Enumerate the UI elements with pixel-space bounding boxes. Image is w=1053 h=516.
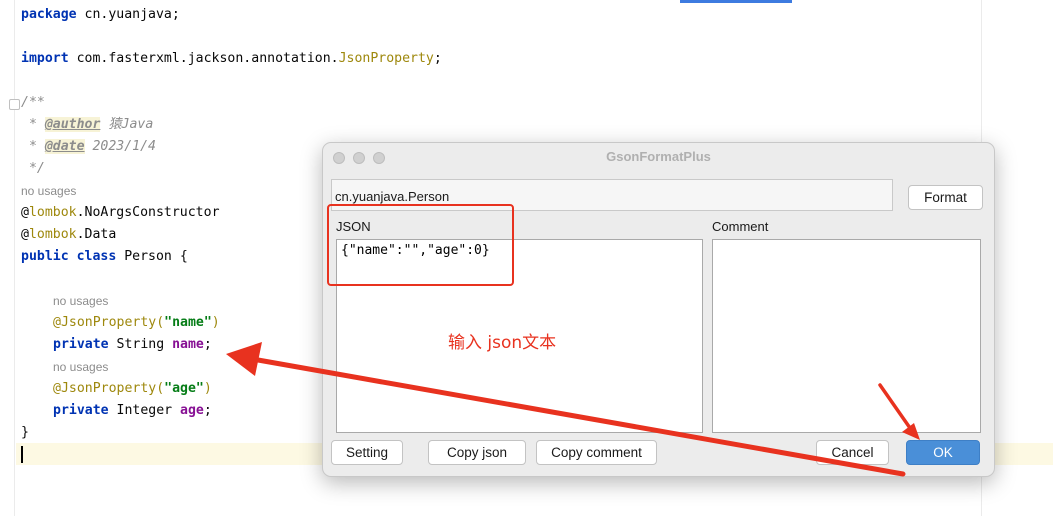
annotation-arrows (226, 342, 920, 477)
arrow-to-ok-icon (878, 383, 920, 440)
arrow-to-field-icon (226, 342, 906, 477)
